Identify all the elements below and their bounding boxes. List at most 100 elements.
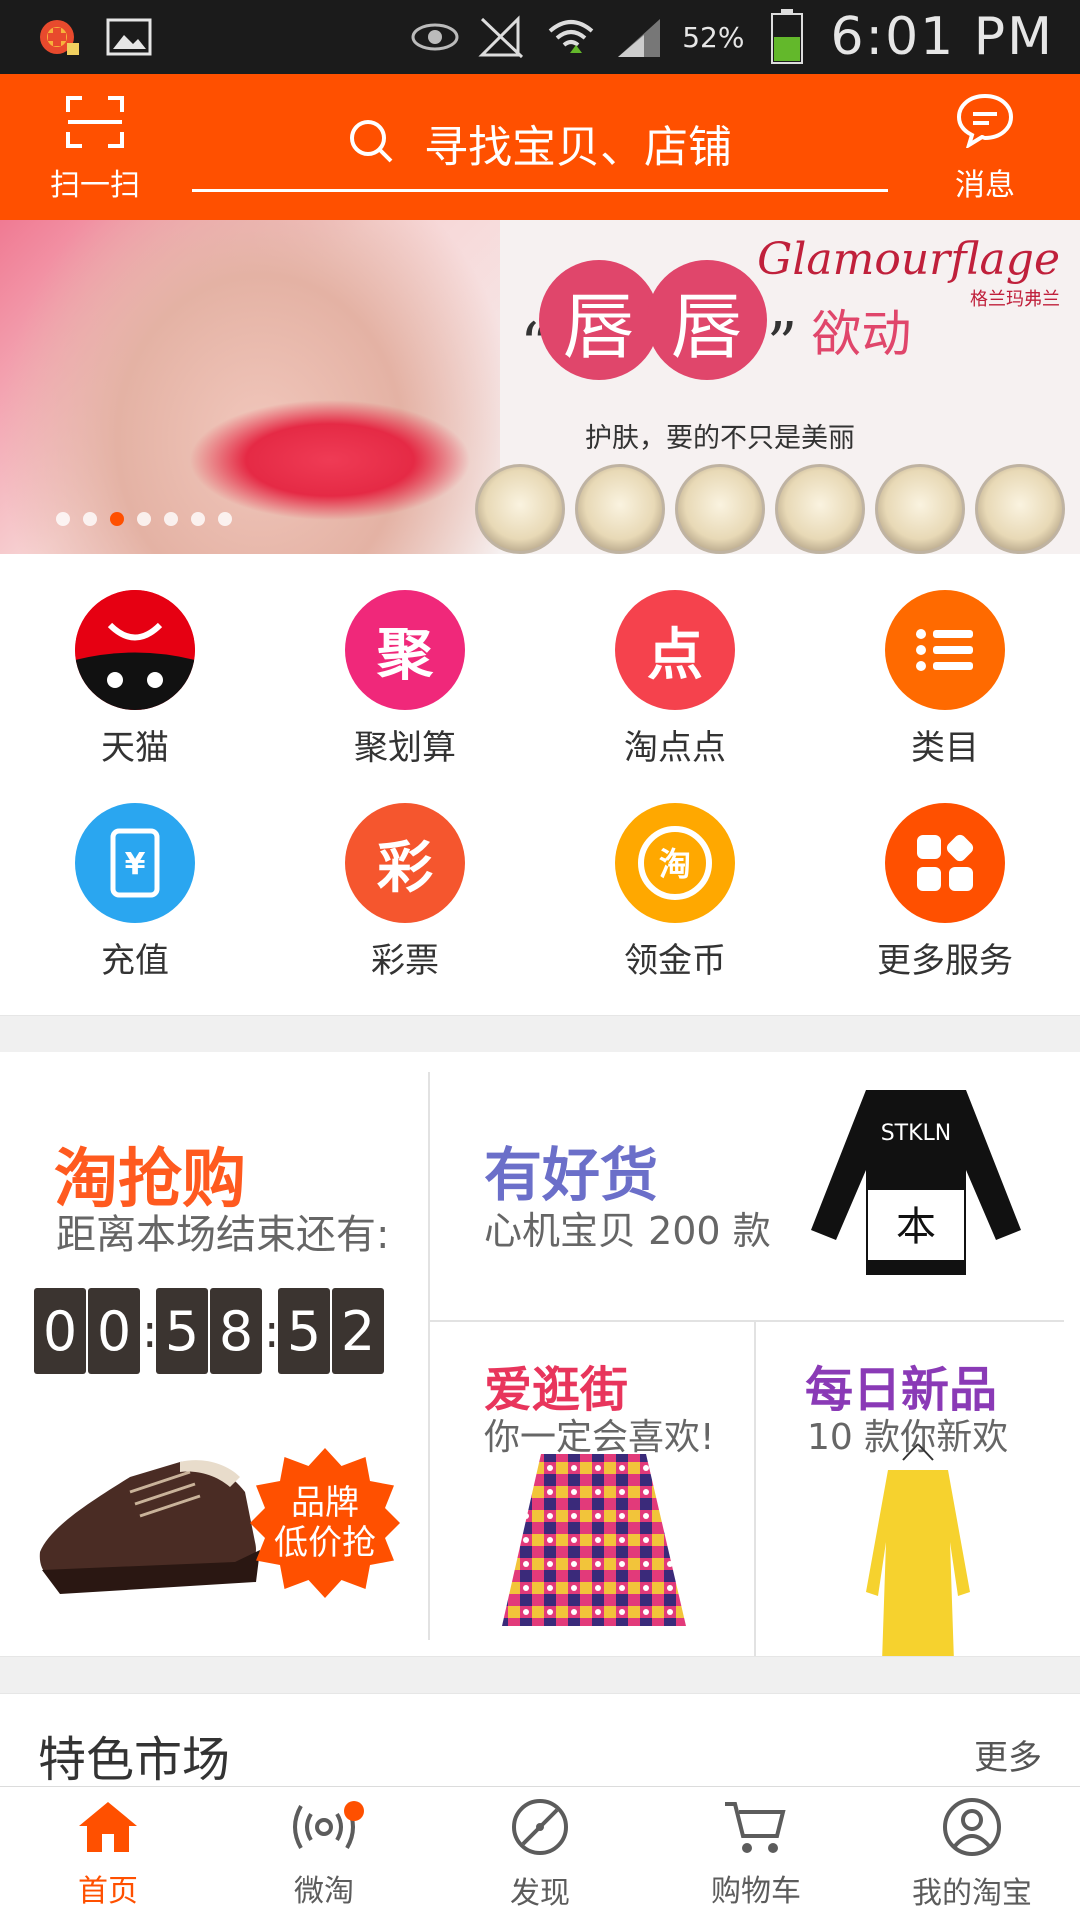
carousel-dot[interactable]	[137, 512, 151, 526]
top-header: 扫一扫 寻找宝贝、店铺 消息	[0, 74, 1080, 220]
product-jars	[475, 464, 1065, 554]
quick-entry-label: 聚划算	[354, 728, 456, 768]
quick-entry-more-services[interactable]: 更多服务	[810, 803, 1080, 1016]
cell-signal-icon	[614, 15, 664, 59]
app-notification-icon	[34, 15, 84, 59]
battery-icon	[762, 9, 812, 64]
discover-compass-icon	[509, 1796, 571, 1862]
countdown-digit: 2	[332, 1288, 384, 1374]
product-jar-image	[475, 464, 565, 554]
carousel-dot[interactable]	[83, 512, 97, 526]
nav-label: 发现	[510, 1875, 570, 1911]
quick-entry-label: 充值	[101, 941, 169, 981]
burst-line-2: 低价抢	[274, 1523, 376, 1563]
quick-entry-tmall[interactable]: 天猫	[0, 590, 270, 803]
eye-icon	[410, 15, 460, 59]
gold-coin-icon: 淘	[615, 803, 735, 923]
countdown-timer: 0 0 : 5 8 : 5 2	[34, 1288, 386, 1374]
headline-char-2: 唇	[646, 260, 767, 380]
nav-label: 首页	[78, 1873, 138, 1909]
clock: 6:01 PM	[830, 7, 1054, 67]
carousel-dot[interactable]	[110, 512, 124, 526]
close-quote: ”	[766, 310, 798, 380]
svg-text:本: 本	[896, 1204, 936, 1250]
promo-section: 淘抢购 距离本场结束还有: 0 0 : 5 8 : 5 2 品牌 低价抢 有好货…	[0, 1052, 1080, 1662]
profile-icon	[941, 1796, 1003, 1862]
haohuo-subtitle: 心机宝贝 200 款	[484, 1209, 771, 1253]
patterned-skirt-image	[502, 1454, 686, 1626]
leather-shoe-image	[39, 1460, 260, 1594]
section-divider	[0, 1015, 1080, 1053]
qiang-subtitle: 距离本场结束还有:	[56, 1212, 390, 1258]
no-signal-icon	[478, 15, 528, 59]
countdown-colon: :	[142, 1304, 158, 1358]
gallery-icon	[104, 15, 154, 59]
home-icon	[75, 1798, 141, 1860]
banner-headline: “ 唇 唇 ” 欲动	[520, 260, 911, 380]
scan-icon	[66, 96, 124, 152]
scan-label: 扫一扫	[50, 168, 140, 203]
quick-entry-lottery[interactable]: 彩彩票	[270, 803, 540, 1016]
nav-label: 购物车	[711, 1873, 801, 1909]
countdown-digit: 0	[88, 1288, 140, 1374]
category-list-icon	[885, 590, 1005, 710]
message-bubble-icon	[955, 92, 1015, 152]
brand-sale-burst: 品牌 低价抢	[250, 1448, 400, 1598]
headline-suffix: 欲动	[811, 305, 912, 363]
nav-tab-home[interactable]: 首页	[0, 1787, 216, 1920]
taoqianggou-card[interactable]: 淘抢购 距离本场结束还有: 0 0 : 5 8 : 5 2 品牌 低价抢	[0, 1052, 428, 1656]
carousel-dot[interactable]	[191, 512, 205, 526]
more-services-icon	[885, 803, 1005, 923]
status-bar: 52% 6:01 PM	[0, 0, 1080, 74]
nav-tab-discover-compass[interactable]: 发现	[432, 1787, 648, 1920]
market-more-link[interactable]: 更多	[974, 1730, 1042, 1779]
countdown-digit: 0	[34, 1288, 86, 1374]
lottery-icon: 彩	[345, 803, 465, 923]
nav-tab-profile[interactable]: 我的淘宝	[864, 1787, 1080, 1920]
carousel-dot[interactable]	[56, 512, 70, 526]
banner-subtitle: 护肤，要的不只是美丽	[585, 423, 855, 454]
product-jar-image	[975, 464, 1065, 554]
quick-entry-label: 淘点点	[624, 728, 726, 768]
nav-tab-cart[interactable]: 购物车	[648, 1787, 864, 1920]
section-divider	[0, 1656, 1080, 1694]
quick-entry-label: 彩票	[371, 941, 439, 981]
notification-badge	[344, 1801, 364, 1821]
product-jar-image	[875, 464, 965, 554]
juhuasuan-icon: 聚	[345, 590, 465, 710]
countdown-digit: 5	[156, 1288, 208, 1374]
quick-entry-category-list[interactable]: 类目	[810, 590, 1080, 803]
wifi-icon	[546, 15, 596, 59]
quick-entry-juhuasuan[interactable]: 聚聚划算	[270, 590, 540, 803]
carousel-dot[interactable]	[164, 512, 178, 526]
countdown-colon: :	[264, 1304, 280, 1358]
quick-entry-label: 类目	[911, 728, 979, 768]
quick-entry-taodiandian[interactable]: 点淘点点	[540, 590, 810, 803]
quick-entry-phone-recharge[interactable]: ¥ 充值	[0, 803, 270, 1016]
scan-button[interactable]: 扫一扫	[28, 94, 162, 204]
countdown-digit: 8	[210, 1288, 262, 1374]
messages-button[interactable]: 消息	[920, 92, 1050, 204]
product-jar-image	[575, 464, 665, 554]
product-jar-image	[775, 464, 865, 554]
banner-model-image	[0, 220, 500, 554]
svg-text:淘: 淘	[659, 845, 691, 883]
black-sweater-image: STKLN 本	[811, 1090, 1021, 1275]
quick-entry-gold-coin[interactable]: 淘领金币	[540, 803, 810, 1016]
product-jar-image	[675, 464, 765, 554]
quick-entry-label: 更多服务	[877, 941, 1013, 981]
nav-label: 微淘	[294, 1873, 354, 1909]
cart-icon	[723, 1798, 789, 1860]
burst-line-1: 品牌	[291, 1483, 359, 1523]
search-input[interactable]: 寻找宝贝、店铺	[192, 96, 888, 192]
promo-banner[interactable]: Glamourflage 格兰玛弗兰 “ 唇 唇 ” 欲动 护肤，要的不只是美丽	[0, 220, 1080, 554]
svg-text:¥: ¥	[125, 847, 146, 882]
quick-entry-label: 天猫	[101, 728, 169, 768]
headline-char-1: 唇	[538, 260, 659, 380]
tmall-icon	[75, 590, 195, 710]
quick-entry-label: 领金币	[624, 941, 726, 981]
battery-percent: 52%	[682, 20, 745, 54]
svg-text:STKLN: STKLN	[881, 1121, 952, 1146]
nav-tab-weitao-broadcast[interactable]: 微淘	[216, 1787, 432, 1920]
carousel-dot[interactable]	[218, 512, 232, 526]
